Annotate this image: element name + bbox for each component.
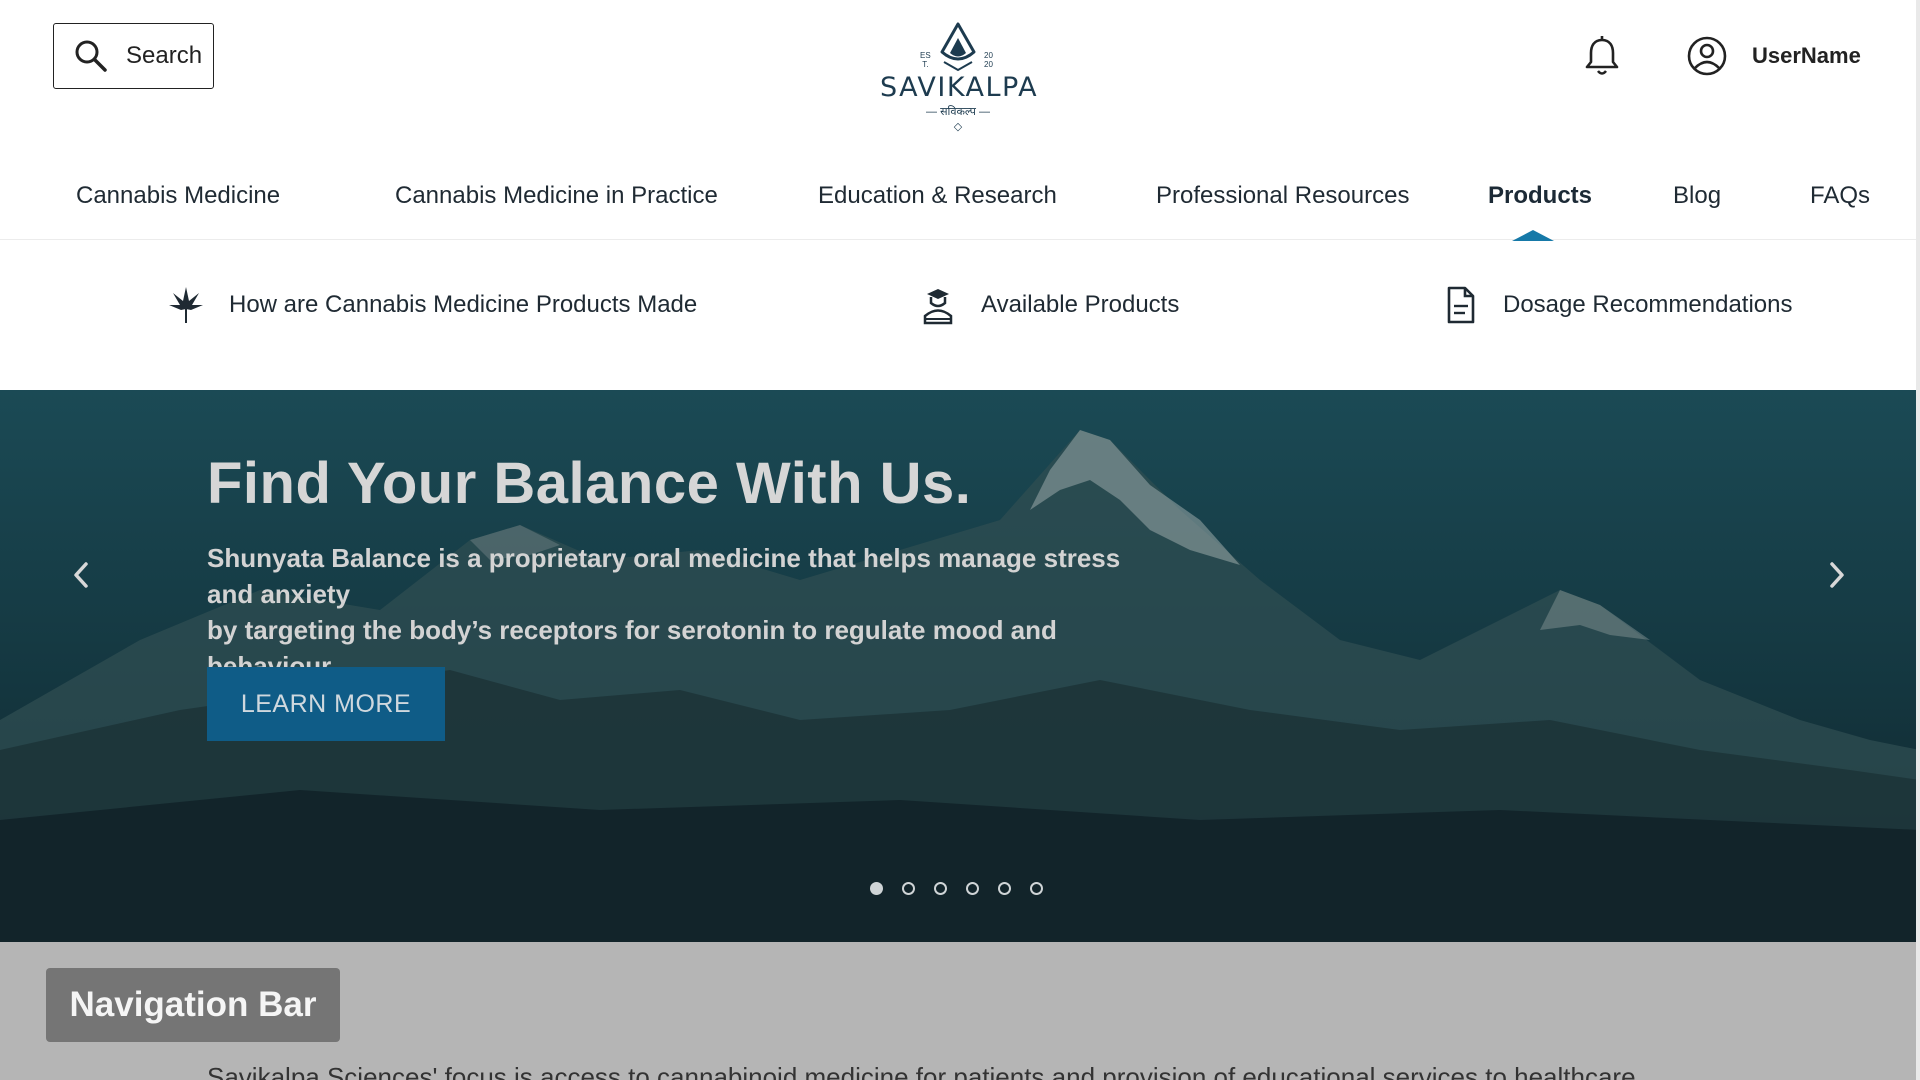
user-avatar-icon [1687,36,1727,76]
logo-est-right: 20 20 [984,51,993,69]
section-body-text: Savikalpa Sciences' focus is access to c… [207,1062,1636,1080]
carousel-prev-arrow-icon[interactable] [60,550,100,600]
carousel-dots [870,882,1043,895]
learn-more-button[interactable]: LEARN MORE [207,667,445,741]
about-section: Navigation Bar Savikalpa Sciences' focus… [0,942,1920,1080]
section-tag: Navigation Bar [46,968,340,1042]
logo-diamond: ◇ [953,121,963,133]
graduate-person-icon [923,289,953,325]
search-label: Search [126,42,203,69]
hero-description: Shunyata Balance is a proprietary oral m… [207,543,1121,681]
submenu-label: How are Cannabis Medicine Products Made [229,291,698,318]
submenu-label: Dosage Recommendations [1503,291,1793,318]
logo-subtitle: — सविकल्प — [926,106,990,118]
logo-wordmark: SAVIKALPA [880,72,1039,103]
nav-cannabis-medicine[interactable]: Cannabis Medicine [76,182,280,210]
carousel-dot-5[interactable] [998,882,1011,895]
logo-mark-icon [940,22,976,72]
hero-title: Find Your Balance With Us. [207,451,972,516]
nav-faqs[interactable]: FAQs [1810,182,1870,210]
carousel-next-arrow-icon[interactable] [1818,550,1858,600]
main-nav: Cannabis Medicine Cannabis Medicine in P… [0,170,1920,241]
logo-est-left: ES T. [920,51,931,69]
hero-carousel: Find Your Balance With Us. Shunyata Bala… [0,390,1920,942]
nav-cannabis-medicine-in-practice[interactable]: Cannabis Medicine in Practice [395,182,718,210]
carousel-dot-4[interactable] [966,882,979,895]
document-icon [1447,286,1475,324]
logo[interactable]: ES T. 20 20 SAVIKALPA — सविकल्प — ◇ [880,22,1039,140]
carousel-dot-6[interactable] [1030,882,1043,895]
nav-professional-resources[interactable]: Professional Resources [1156,182,1409,210]
username: UserName [1752,43,1861,68]
submenu-label: Available Products [981,291,1180,318]
user-menu[interactable]: UserName [1686,34,1861,78]
header: Search ES T. 20 20 SAVIKALPA — सविकल्प — ◇… [0,0,1920,145]
submenu-item-available-products[interactable]: Available Products [919,285,1179,325]
active-nav-indicator [1512,230,1554,241]
search-box[interactable]: Search [53,23,214,89]
bell-icon[interactable] [1580,34,1624,78]
carousel-dot-2[interactable] [902,882,915,895]
carousel-dot-3[interactable] [934,882,947,895]
nav-products[interactable]: Products [1488,182,1592,210]
carousel-dot-1[interactable] [870,882,883,895]
nav-blog[interactable]: Blog [1673,182,1721,210]
products-submenu: How are Cannabis Medicine Products Made … [0,241,1920,390]
submenu-item-dosage[interactable]: Dosage Recommendations [1441,285,1793,325]
page-scrollbar[interactable] [1916,0,1920,1080]
search-icon [75,40,107,72]
submenu-item-how-made[interactable]: How are Cannabis Medicine Products Made [167,285,697,325]
nav-education-research[interactable]: Education & Research [818,182,1057,210]
cannabis-leaf-icon [169,287,203,323]
